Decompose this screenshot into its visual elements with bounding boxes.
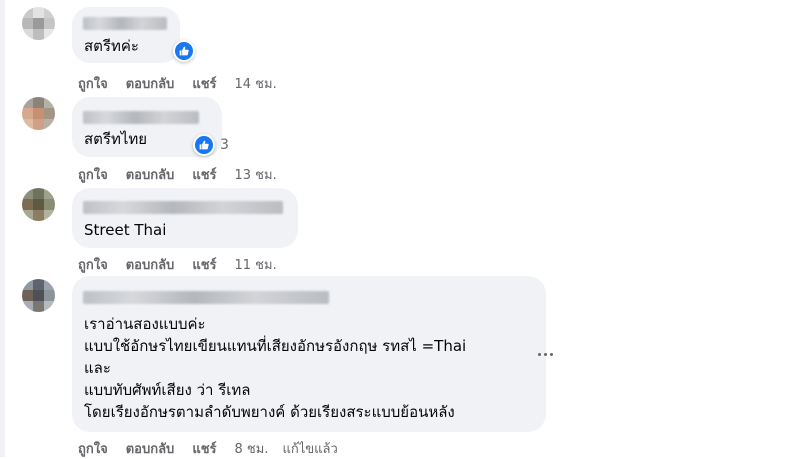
like-icon — [193, 134, 215, 156]
author-name-blurred[interactable] — [83, 291, 329, 304]
like-button[interactable]: ถูกใจ — [78, 164, 108, 185]
author-name-blurred[interactable] — [83, 201, 283, 214]
timestamp[interactable]: 13 ชม. — [235, 164, 277, 185]
page-edge — [0, 0, 5, 457]
comment-actions: ถูกใจ ตอบกลับ แชร์ 8 ชม. แก้ไขแล้ว — [78, 438, 356, 459]
like-icon — [173, 40, 195, 62]
like-button[interactable]: ถูกใจ — [78, 254, 108, 275]
avatar[interactable] — [22, 279, 55, 312]
timestamp[interactable]: 14 ชม. — [235, 73, 277, 94]
comment-text-line: และ — [84, 359, 111, 377]
comment-text-line: โดยเรียงอักษรตามลำดับพยางค์ ด้วยเรียงสระ… — [84, 403, 455, 421]
share-button[interactable]: แชร์ — [192, 254, 216, 275]
comment-actions: ถูกใจ ตอบกลับ แชร์ 11 ชม. — [78, 254, 295, 275]
reaction-count: 3 — [220, 137, 229, 153]
avatar[interactable] — [22, 7, 55, 40]
reply-button[interactable]: ตอบกลับ — [126, 73, 175, 94]
reply-button[interactable]: ตอบกลับ — [126, 438, 175, 459]
edited-label[interactable]: แก้ไขแล้ว — [282, 438, 337, 459]
like-button[interactable]: ถูกใจ — [78, 438, 108, 459]
share-button[interactable]: แชร์ — [192, 73, 216, 94]
timestamp[interactable]: 8 ชม. — [235, 438, 269, 459]
share-button[interactable]: แชร์ — [192, 164, 216, 185]
timestamp[interactable]: 11 ชม. — [235, 254, 277, 275]
comment-text: Street Thai — [84, 221, 167, 239]
avatar[interactable] — [22, 188, 55, 221]
comment-bubble: Street Thai — [72, 188, 298, 248]
comment-text-line: แบบทับศัพท์เสียง ว่า รีเทล — [84, 381, 251, 399]
author-name-blurred[interactable] — [83, 17, 167, 30]
comment-text-line: แบบใช้อักษรไทยเขียนแทนที่เสียงอักษรอังกฤ… — [84, 337, 467, 355]
comment-text-line: เราอ่านสองแบบค่ะ — [84, 315, 206, 333]
share-button[interactable]: แชร์ — [192, 438, 216, 459]
reply-button[interactable]: ตอบกลับ — [126, 164, 175, 185]
comment-actions: ถูกใจ ตอบกลับ แชร์ 14 ชม. — [78, 73, 295, 94]
comment-bubble: เราอ่านสองแบบค่ะ แบบใช้อักษรไทยเขียนแทนท… — [72, 276, 546, 432]
comment-text: สตรีทไทย — [84, 130, 148, 148]
reply-button[interactable]: ตอบกลับ — [126, 254, 175, 275]
more-options-icon[interactable] — [538, 349, 558, 359]
comment-bubble: สตรีทค่ะ — [72, 7, 180, 63]
comment-actions: ถูกใจ ตอบกลับ แชร์ 13 ชม. — [78, 164, 295, 185]
comment-text: สตรีทค่ะ — [84, 37, 139, 55]
author-name-blurred[interactable] — [83, 111, 199, 124]
like-button[interactable]: ถูกใจ — [78, 73, 108, 94]
avatar[interactable] — [22, 97, 55, 130]
reaction-summary[interactable] — [173, 40, 195, 62]
reaction-summary[interactable]: 3 — [193, 134, 229, 156]
